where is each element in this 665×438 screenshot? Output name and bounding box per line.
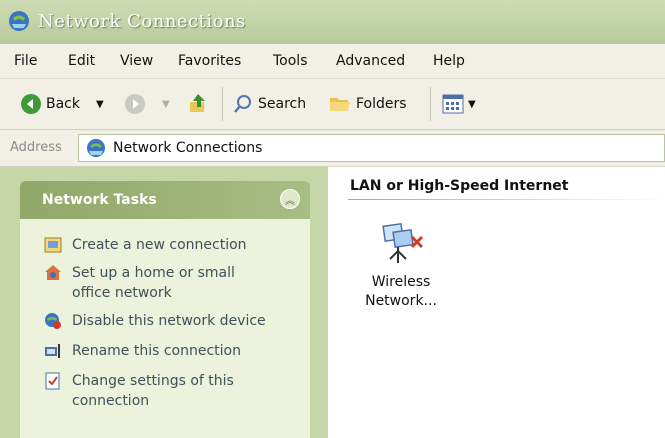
address-field[interactable]: Network Connections — [78, 134, 665, 162]
menu-help[interactable]: Help — [433, 53, 465, 69]
wireless-network-connection[interactable]: Wireless Network... — [356, 219, 446, 311]
back-arrow-icon — [21, 94, 41, 114]
menu-edit[interactable]: Edit — [68, 53, 95, 69]
folders-icon — [330, 98, 350, 111]
address-value: Network Connections — [113, 140, 263, 156]
window-title: Network Connections — [38, 11, 246, 32]
back-label: Back — [46, 96, 80, 112]
back-button[interactable]: Back — [20, 91, 80, 117]
views-button[interactable]: ▼ — [442, 91, 476, 117]
menu-favorites[interactable]: Favorites — [178, 53, 241, 69]
network-tasks-header[interactable]: Network Tasks ︽ — [20, 181, 310, 219]
address-label: Address — [10, 140, 62, 155]
rename-icon — [45, 344, 60, 358]
task-rename-connection[interactable]: Rename this connection — [44, 341, 241, 361]
task-label-group: Set up a home or small office network — [72, 263, 235, 303]
network-tasks-panel: Network Tasks ︽ Create a new connection … — [20, 181, 310, 438]
new-connection-icon — [44, 237, 62, 253]
search-label: Search — [258, 96, 307, 112]
home-network-icon — [45, 265, 61, 280]
task-label: Create a new connection — [72, 237, 247, 253]
folders-button[interactable]: Folders — [328, 91, 407, 117]
back-dropdown-icon[interactable]: ▼ — [96, 91, 104, 117]
collapse-chevron-icon[interactable]: ︽ — [280, 189, 300, 209]
task-label-group: Change settings of this connection — [72, 371, 234, 411]
up-folder-icon — [190, 94, 205, 112]
task-create-new-connection[interactable]: Create a new connection — [44, 235, 247, 255]
network-connections-icon — [87, 139, 105, 157]
views-dropdown-icon: ▼ — [468, 98, 476, 110]
forward-button[interactable] — [124, 91, 146, 117]
toolbar-separator — [430, 87, 431, 121]
up-folder-button[interactable] — [186, 91, 210, 117]
task-label: Disable this network device — [72, 313, 266, 329]
task-disable-device[interactable]: Disable this network device — [44, 311, 266, 331]
network-connections-icon — [9, 11, 29, 31]
wireless-network-disconnected-icon — [382, 222, 424, 263]
forward-arrow-icon — [125, 94, 145, 114]
content-pane: LAN or High-Speed Internet Wireless Netw… — [328, 167, 665, 438]
disable-device-icon — [45, 313, 61, 329]
task-change-settings[interactable]: Change settings of this connection — [44, 371, 234, 411]
change-settings-icon — [45, 372, 60, 390]
title-bar: Network Connections — [0, 0, 665, 44]
toolbar-separator — [222, 87, 223, 121]
network-tasks-list: Create a new connection Set up a home or… — [20, 219, 310, 438]
task-label: Set up a home or small — [72, 265, 235, 281]
connection-name-line1: Wireless — [371, 274, 431, 290]
address-bar: Address Network Connections — [0, 130, 665, 167]
menu-bar: File Edit View Favorites Tools Advanced … — [0, 44, 665, 79]
task-label: Rename this connection — [72, 343, 241, 359]
forward-dropdown-icon[interactable]: ▼ — [162, 91, 170, 117]
group-divider — [348, 199, 665, 200]
search-button[interactable]: Search — [232, 91, 306, 117]
task-label: Change settings of this — [72, 373, 234, 389]
menu-tools[interactable]: Tools — [273, 53, 308, 69]
menu-file[interactable]: File — [14, 53, 37, 69]
menu-advanced[interactable]: Advanced — [336, 53, 405, 69]
group-header: LAN or High-Speed Internet — [350, 178, 569, 194]
toolbar: Back ▼ ▼ Search Folders ▼ — [0, 79, 665, 130]
task-label: office network — [72, 285, 172, 301]
search-icon — [234, 95, 251, 113]
connection-name-line2: Network... — [365, 293, 437, 309]
task-pane: Network Tasks ︽ Create a new connection … — [0, 167, 328, 438]
menu-view[interactable]: View — [120, 53, 153, 69]
task-home-network[interactable]: Set up a home or small office network — [44, 263, 235, 303]
network-tasks-title: Network Tasks — [42, 192, 157, 208]
folders-label: Folders — [356, 96, 407, 112]
views-icon — [442, 94, 464, 114]
task-label: connection — [72, 393, 150, 409]
